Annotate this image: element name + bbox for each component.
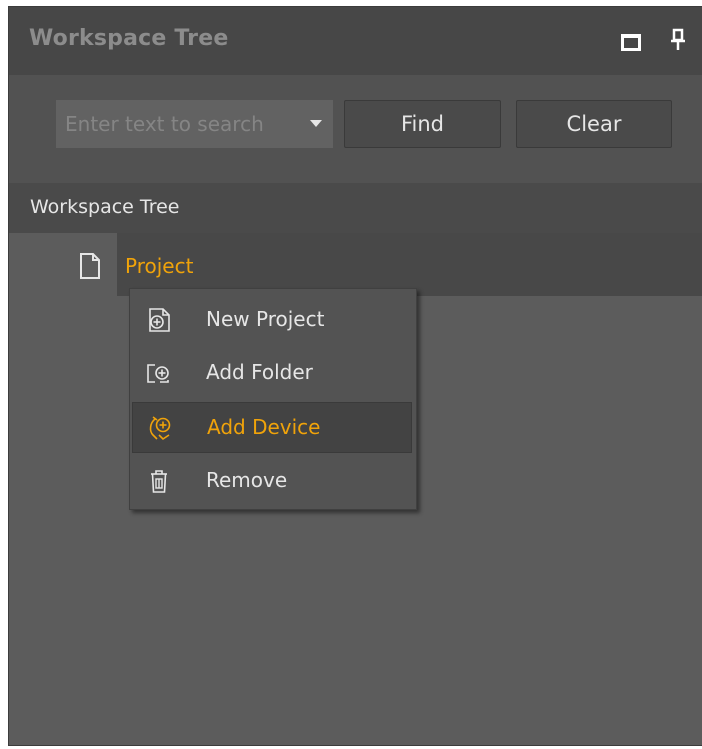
search-input[interactable] xyxy=(56,100,296,148)
menu-item-add-device[interactable]: Add Device xyxy=(132,402,412,453)
trash-icon xyxy=(151,470,167,493)
add-device-icon xyxy=(149,416,171,441)
menu-item-new-project[interactable]: New Project xyxy=(132,295,412,346)
tree-item-project-label[interactable]: Project xyxy=(125,254,193,278)
new-project-icon xyxy=(149,308,170,332)
menu-item-label: Add Device xyxy=(207,415,321,439)
find-button[interactable]: Find xyxy=(344,100,501,148)
tree-column-header: Workspace Tree xyxy=(9,183,702,233)
panel-titlebar: Workspace Tree xyxy=(9,7,702,75)
tree-row-project[interactable] xyxy=(117,233,702,296)
pin-icon[interactable] xyxy=(669,28,687,52)
clear-button[interactable]: Clear xyxy=(516,100,672,148)
add-folder-icon xyxy=(147,364,169,383)
search-combobox[interactable] xyxy=(56,100,333,148)
search-toolbar: Find Clear xyxy=(9,75,702,183)
menu-item-label: Add Folder xyxy=(206,360,313,384)
tree-header-label: Workspace Tree xyxy=(30,196,180,218)
menu-item-label: New Project xyxy=(206,307,325,331)
menu-item-remove[interactable]: Remove xyxy=(132,456,412,507)
menu-item-add-folder[interactable]: Add Folder xyxy=(132,348,412,399)
chevron-down-icon[interactable] xyxy=(310,120,322,127)
panel-title: Workspace Tree xyxy=(29,26,229,51)
file-icon xyxy=(80,253,100,279)
workspace-tree-panel: Workspace Tree Find Clear Workspace Tree… xyxy=(8,6,702,746)
restore-window-icon[interactable] xyxy=(621,34,641,51)
context-menu: New Project Add Folder Add Device Remove xyxy=(129,288,417,510)
menu-item-label: Remove xyxy=(206,468,288,492)
